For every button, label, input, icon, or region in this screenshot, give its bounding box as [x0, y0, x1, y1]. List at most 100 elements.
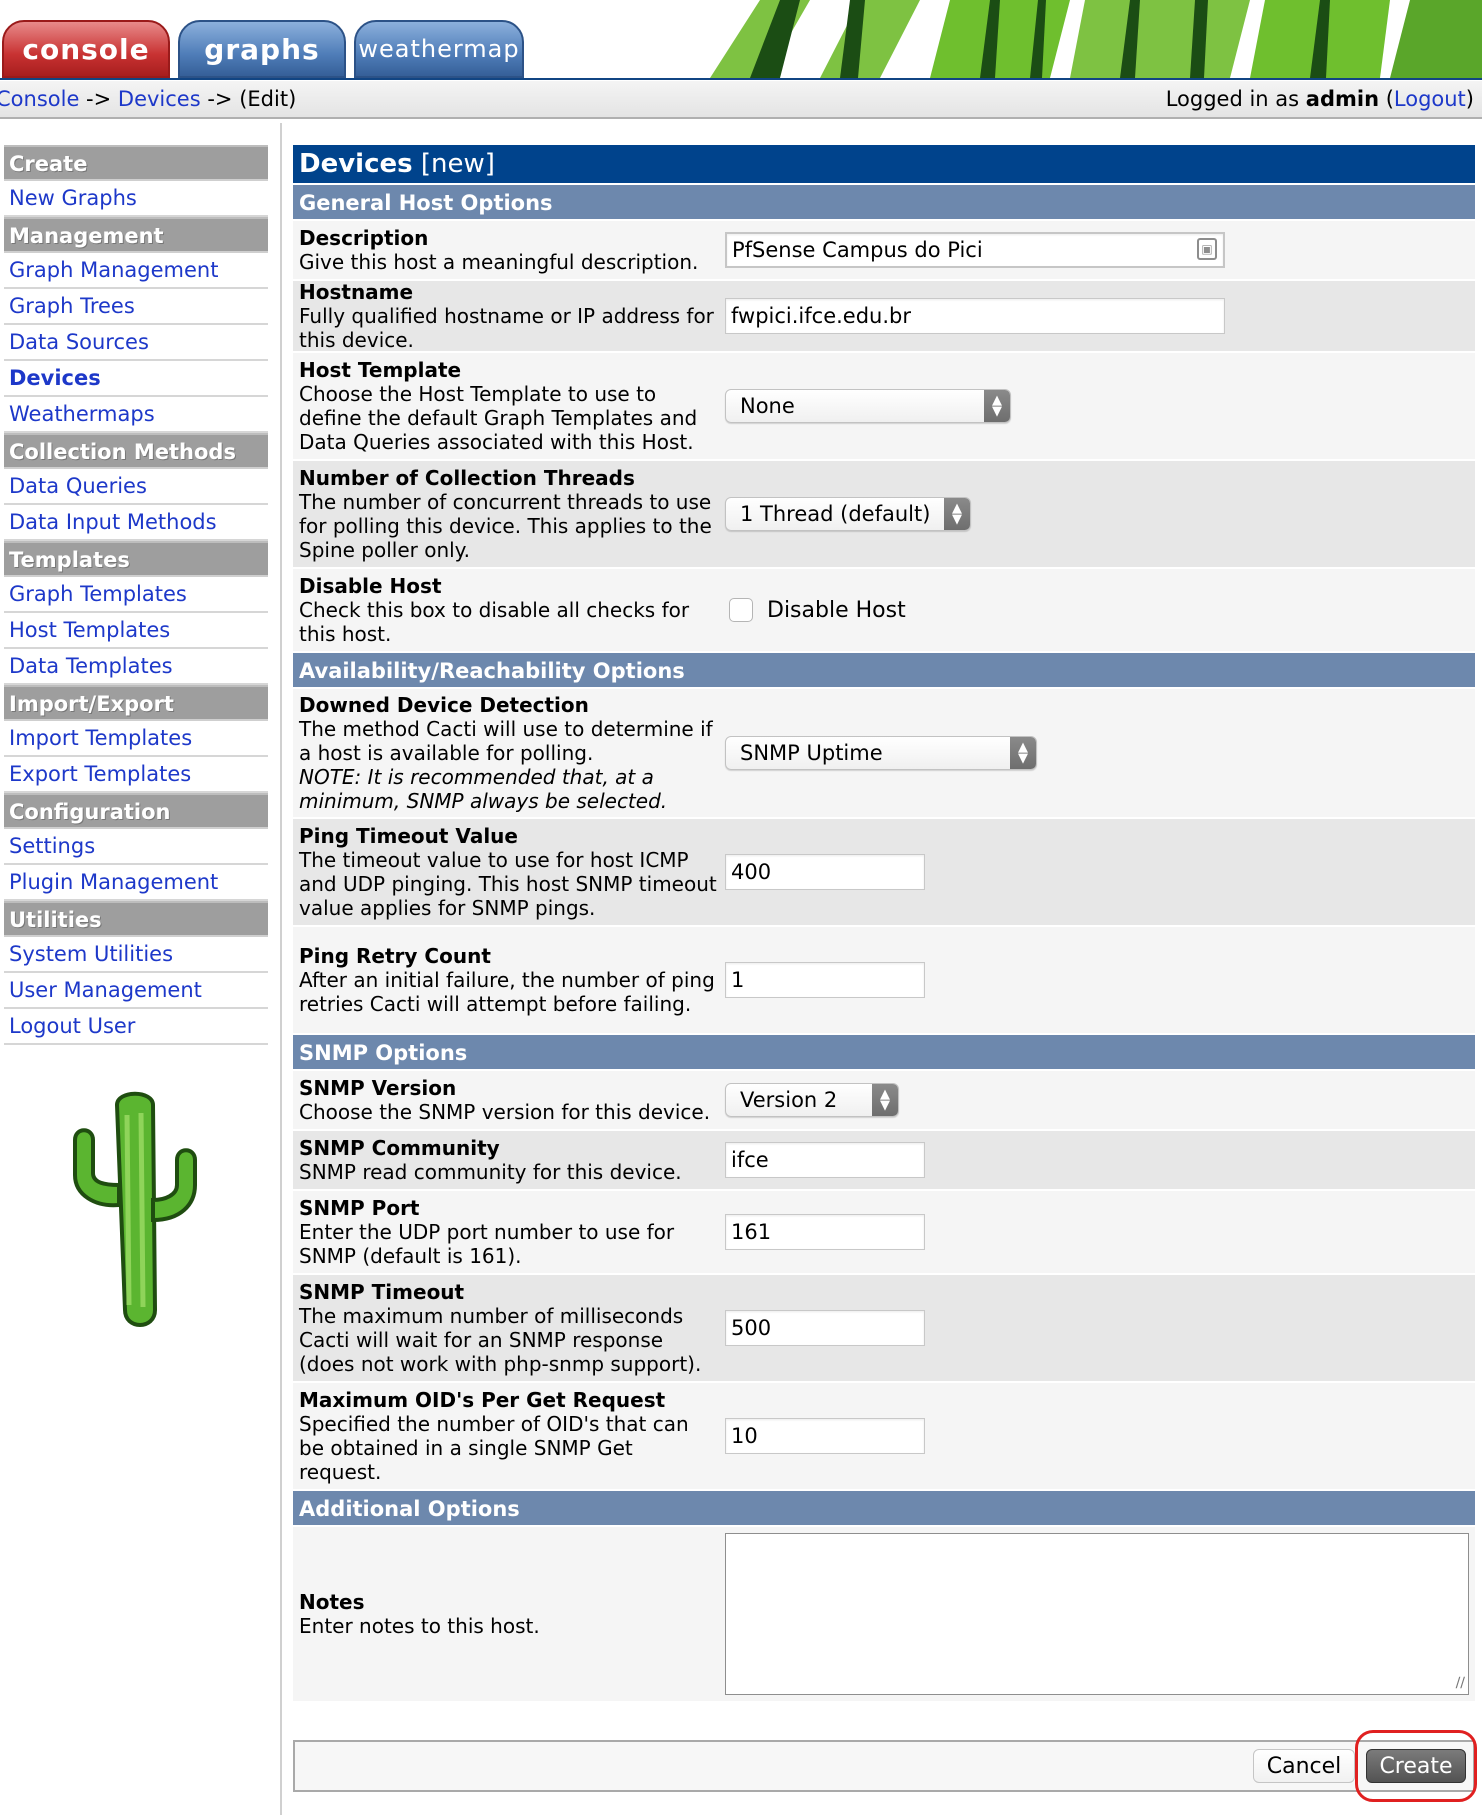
cactus-logo-icon [73, 1091, 197, 1327]
row-snmp-port: SNMP Port Enter the UDP port number to u… [293, 1189, 1475, 1273]
cancel-button[interactable]: Cancel [1253, 1749, 1355, 1783]
device-form: Devices [new] General Host Options Descr… [293, 145, 1475, 1701]
field-desc: Check this box to disable all checks for… [299, 598, 690, 646]
field-title: Hostname [299, 280, 414, 304]
field-title: Maximum OID's Per Get Request [299, 1388, 666, 1412]
page-title-suffix: [new] [412, 149, 495, 179]
sidebar-item-settings[interactable]: Settings [4, 829, 268, 865]
sidebar-divider [280, 123, 282, 1815]
section-additional-options: Additional Options [293, 1489, 1475, 1525]
row-description: Description Give this host a meaningful … [293, 219, 1475, 279]
sidebar-item-host-templates[interactable]: Host Templates [4, 613, 268, 649]
label-snmp-community: SNMP Community SNMP read community for t… [293, 1132, 725, 1188]
disable-host-checkbox[interactable] [729, 598, 753, 622]
breadcrumb-edit: (Edit) [239, 87, 297, 111]
field-desc: The timeout value to use for host ICMP a… [299, 848, 717, 920]
field-desc: Fully qualified hostname or IP address f… [299, 304, 714, 352]
sidebar-item-user-management[interactable]: User Management [4, 973, 268, 1009]
row-snmp-timeout: SNMP Timeout The maximum number of milli… [293, 1273, 1475, 1381]
resize-grip-icon[interactable]: ∕∕ [1456, 1675, 1465, 1691]
sidebar-item-data-sources[interactable]: Data Sources [4, 325, 268, 361]
sidebar-item-weathermaps[interactable]: Weathermaps [4, 397, 268, 433]
page-title: Devices [new] [293, 145, 1475, 183]
collection-threads-select[interactable]: 1 Thread (default) ▲ ▼ [725, 497, 971, 531]
sidebar-item-import-templates[interactable]: Import Templates [4, 721, 268, 757]
select-arrows-icon: ▲ ▼ [944, 498, 970, 530]
field-desc: The method Cacti will use to determine i… [299, 717, 713, 765]
sidebar-head-import-export: Import/Export [4, 685, 268, 721]
select-value: None [740, 394, 795, 418]
field-title: Notes [299, 1590, 365, 1614]
select-arrows-icon: ▲ ▼ [984, 390, 1010, 422]
select-arrows-icon: ▲ ▼ [1010, 737, 1036, 769]
row-downed-device-detection: Downed Device Detection The method Cacti… [293, 687, 1475, 817]
max-oids-input[interactable] [725, 1418, 925, 1454]
sidebar-item-devices[interactable]: Devices [4, 361, 268, 397]
login-prefix: Logged in as [1165, 87, 1306, 111]
login-paren: ) [1465, 87, 1474, 111]
row-max-oids: Maximum OID's Per Get Request Specified … [293, 1381, 1475, 1489]
sidebar-item-data-queries[interactable]: Data Queries [4, 469, 268, 505]
sidebar-item-data-input-methods[interactable]: Data Input Methods [4, 505, 268, 541]
sidebar-item-export-templates[interactable]: Export Templates [4, 757, 268, 793]
field-title: SNMP Port [299, 1196, 420, 1220]
section-general-host-options: General Host Options [293, 183, 1475, 219]
sidebar-head-templates: Templates [4, 541, 268, 577]
breadcrumb-devices[interactable]: Devices [118, 87, 201, 111]
sidebar-item-graph-trees[interactable]: Graph Trees [4, 289, 268, 325]
breadcrumb: Console -> Devices -> (Edit) [0, 87, 296, 111]
snmp-version-select[interactable]: Version 2 ▲ ▼ [725, 1083, 899, 1117]
sidebar-item-new-graphs[interactable]: New Graphs [4, 181, 268, 217]
sidebar-head-utilities: Utilities [4, 901, 268, 937]
ping-timeout-input[interactable] [725, 854, 925, 890]
ping-retry-input[interactable] [725, 962, 925, 998]
breadcrumb-console[interactable]: Console [0, 87, 79, 111]
create-button-highlight [1355, 1730, 1477, 1802]
field-title: Number of Collection Threads [299, 466, 635, 490]
row-ping-retry: Ping Retry Count After an initial failur… [293, 925, 1475, 1033]
select-value: Version 2 [740, 1088, 838, 1112]
banner-rule [0, 78, 1482, 80]
sidebar-item-system-utilities[interactable]: System Utilities [4, 937, 268, 973]
host-template-select[interactable]: None ▲ ▼ [725, 389, 1011, 423]
hostname-input[interactable] [725, 298, 1225, 334]
section-snmp-options: SNMP Options [293, 1033, 1475, 1069]
label-downed-device-detection: Downed Device Detection The method Cacti… [293, 689, 725, 817]
snmp-community-input[interactable] [725, 1142, 925, 1178]
tab-console[interactable]: console [2, 20, 170, 78]
sidebar-item-graph-templates[interactable]: Graph Templates [4, 577, 268, 613]
tab-graphs[interactable]: graphs [178, 20, 346, 78]
field-desc: Give this host a meaningful description. [299, 250, 699, 274]
sidebar: Create New Graphs Management Graph Manag… [0, 123, 282, 1815]
sidebar-item-graph-management[interactable]: Graph Management [4, 253, 268, 289]
label-host-template: Host Template Choose the Host Template t… [293, 354, 725, 458]
snmp-port-input[interactable] [725, 1214, 925, 1250]
sidebar-item-data-templates[interactable]: Data Templates [4, 649, 268, 685]
field-title: Description [299, 226, 429, 250]
field-title: SNMP Version [299, 1076, 457, 1100]
logout-link[interactable]: Logout [1394, 87, 1466, 111]
downed-detection-select[interactable]: SNMP Uptime ▲ ▼ [725, 736, 1037, 770]
tab-weathermap[interactable]: weathermap [354, 20, 524, 78]
top-banner: console graphs weathermap [0, 0, 1482, 80]
contact-card-icon[interactable]: ▣ [1197, 238, 1217, 260]
label-collection-threads: Number of Collection Threads The number … [293, 462, 725, 566]
sidebar-item-logout-user[interactable]: Logout User [4, 1009, 268, 1045]
row-snmp-community: SNMP Community SNMP read community for t… [293, 1129, 1475, 1189]
sidebar-item-plugin-management[interactable]: Plugin Management [4, 865, 268, 901]
field-note: NOTE: It is recommended that, at a minim… [299, 765, 668, 813]
description-input[interactable] [725, 232, 1225, 268]
disable-host-checkbox-label[interactable]: Disable Host [767, 598, 906, 623]
snmp-timeout-input[interactable] [725, 1310, 925, 1346]
select-value: 1 Thread (default) [740, 502, 931, 526]
notes-textarea[interactable]: ∕∕ [725, 1533, 1469, 1695]
row-hostname: Hostname Fully qualified hostname or IP … [293, 279, 1475, 352]
breadcrumb-sep: -> [79, 87, 118, 111]
label-description: Description Give this host a meaningful … [293, 222, 725, 278]
field-desc: Choose the Host Template to use to defin… [299, 382, 698, 454]
label-snmp-version: SNMP Version Choose the SNMP version for… [293, 1072, 725, 1128]
breadcrumb-sep: -> [200, 87, 240, 111]
banner-cactus-artwork [690, 0, 1482, 78]
field-desc: The maximum number of milliseconds Cacti… [299, 1304, 702, 1376]
sidebar-head-management: Management [4, 217, 268, 253]
